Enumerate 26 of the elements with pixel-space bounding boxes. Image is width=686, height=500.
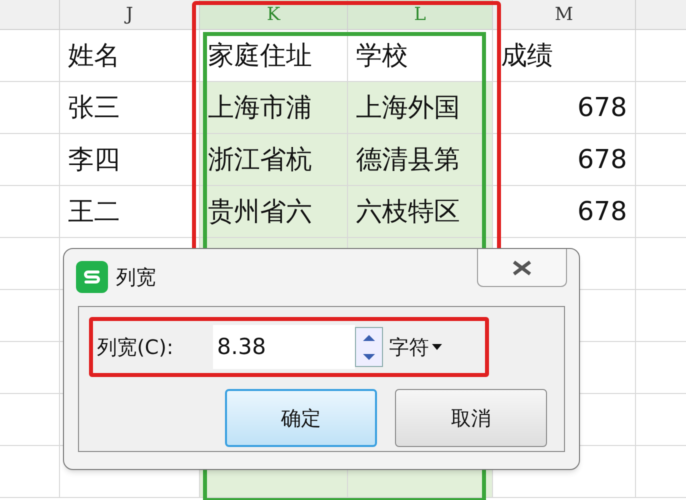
dialog-button[interactable]: 取消 [395, 389, 547, 447]
up-arrow-icon [363, 334, 375, 340]
spinner[interactable] [355, 327, 383, 367]
dialog-button[interactable]: 确定 [225, 389, 377, 447]
table-cell: 上海外国 [348, 82, 493, 134]
caret-icon [431, 343, 443, 351]
column-header[interactable]: J [60, 0, 200, 30]
column-header[interactable]: M [493, 0, 636, 30]
table-cell: 成绩 [493, 30, 636, 82]
table-cell: 678 [493, 82, 636, 134]
unit-dropdown[interactable]: 字符 [389, 332, 443, 362]
field-label: 列宽(C): [97, 334, 174, 361]
down-arrow-icon [363, 354, 375, 360]
table-cell: 678 [493, 134, 636, 186]
table-cell: 上海市浦 [200, 82, 348, 134]
close-icon [511, 260, 533, 276]
table-cell: 六枝特区 [348, 186, 493, 238]
dialog-title: 列宽 [116, 264, 156, 291]
table-cell: 贵州省六 [200, 186, 348, 238]
table-cell: 姓名 [60, 30, 200, 82]
table-cell: 浙江省杭 [200, 134, 348, 186]
table-cell: 德清县第 [348, 134, 493, 186]
app-logo-icon [76, 261, 108, 293]
close-button[interactable] [477, 249, 567, 287]
table-cell: 678 [493, 186, 636, 238]
width-input[interactable]: 8.38 [213, 325, 355, 369]
